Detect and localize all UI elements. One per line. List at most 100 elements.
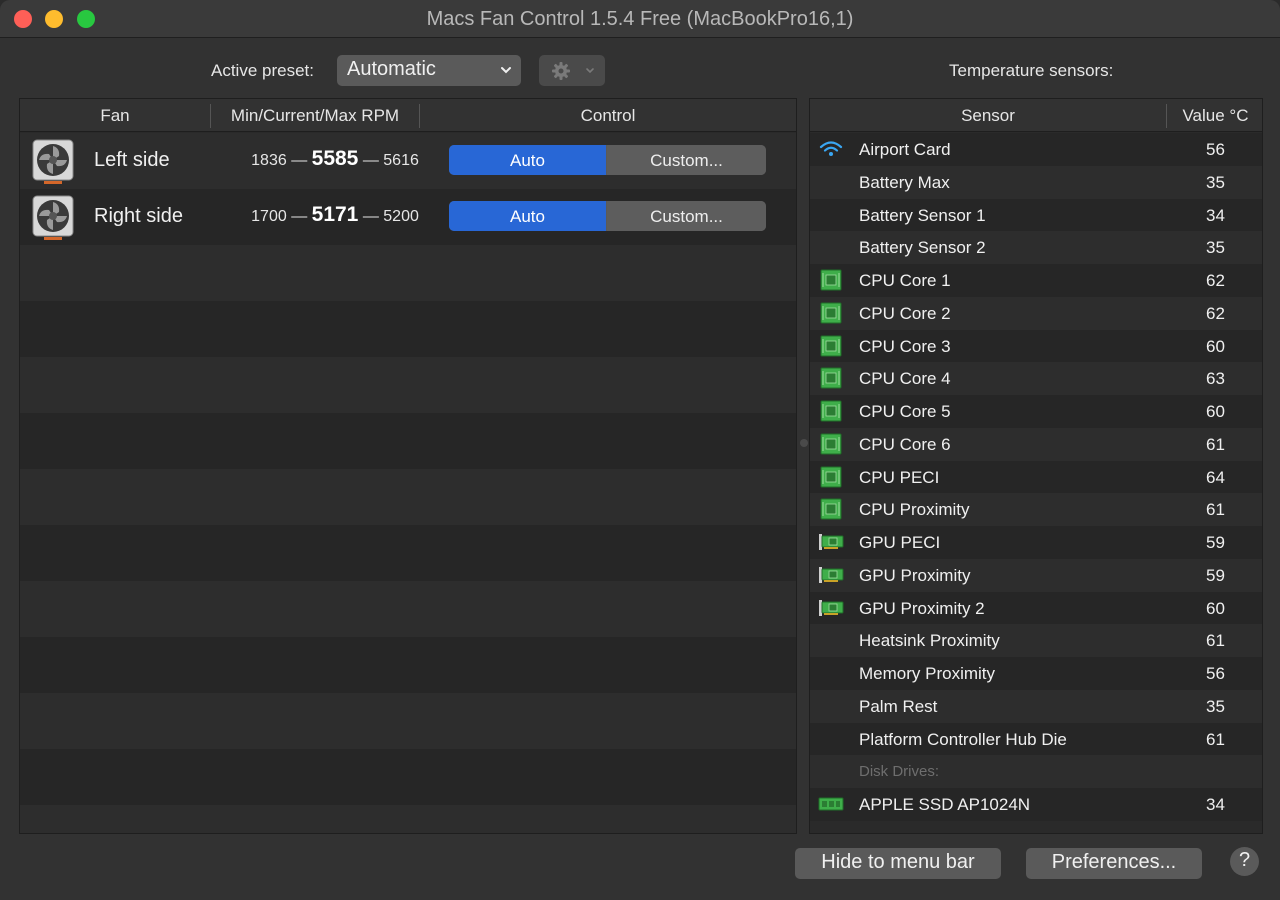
sensor-row[interactable]: CPU Core 1 62	[810, 264, 1262, 297]
sensor-row[interactable]: CPU Core 2 62	[810, 296, 1262, 330]
chevron-down-icon	[501, 67, 511, 74]
fan-column-header[interactable]: Fan	[20, 106, 210, 126]
sensor-value: 59	[1206, 533, 1225, 552]
sensor-row[interactable]: Battery Max 35	[810, 165, 1262, 199]
sensor-row[interactable]: Palm Rest 35	[810, 689, 1262, 723]
gpu-card-icon	[819, 566, 844, 583]
rpm-separator: —	[291, 152, 308, 169]
sensor-name: Palm Rest	[859, 696, 938, 716]
sensor-name: GPU PECI	[859, 533, 941, 552]
fan-rpm-min: 1836	[251, 152, 287, 169]
sensor-row[interactable]: Battery Sensor 2 35	[810, 231, 1262, 265]
sensor-value: 63	[1206, 369, 1225, 389]
value-column-header[interactable]: Value °C	[1167, 106, 1262, 126]
sensor-row[interactable]: CPU Core 6 61	[810, 427, 1262, 461]
sensor-value: 64	[1206, 467, 1225, 487]
fan-rpm-max: 5616	[383, 152, 419, 169]
cpu-chip-icon	[820, 400, 842, 422]
gpu-card-icon	[819, 599, 844, 616]
fan-rpm-current: 5171	[311, 203, 359, 226]
help-button[interactable]: ?	[1230, 847, 1259, 876]
auto-control-button[interactable]: Auto	[449, 201, 606, 231]
ssd-icon	[818, 797, 844, 811]
sensor-row[interactable]: CPU Core 4 63	[810, 362, 1262, 396]
sensor-row[interactable]: Airport Card 56	[810, 133, 1262, 166]
title-bar[interactable]: Macs Fan Control 1.5.4 Free (MacBookPro1…	[0, 0, 1280, 38]
rpm-separator: —	[362, 208, 379, 225]
custom-control-button[interactable]: Custom...	[607, 201, 766, 231]
rpm-separator: —	[291, 208, 308, 225]
active-preset-label: Active preset:	[211, 61, 314, 80]
control-column-header[interactable]: Control	[420, 106, 796, 126]
sensor-value: 62	[1206, 271, 1225, 290]
rpm-column-header[interactable]: Min/Current/Max RPM	[211, 106, 419, 126]
sensor-row[interactable]: Memory Proximity 56	[810, 657, 1262, 690]
fan-control-segmented: Auto Custom...	[449, 145, 766, 175]
auto-control-button[interactable]: Auto	[449, 145, 606, 175]
fan-row-left[interactable]: Left side 1836 — 5585 — 5616 Auto Custom…	[20, 133, 796, 189]
sensor-value: 61	[1206, 631, 1225, 651]
sensor-table-header: Sensor Value °C	[810, 99, 1262, 132]
sensor-name: CPU Core 6	[859, 434, 951, 454]
sensor-row[interactable]: CPU PECI 64	[810, 460, 1262, 494]
sensor-value: 61	[1206, 729, 1225, 749]
sensor-row[interactable]: CPU Proximity 61	[810, 493, 1262, 527]
table-stripe	[20, 805, 796, 833]
fan-row-right[interactable]: Right side 1700 — 5171 — 5200 Auto Custo…	[20, 189, 796, 245]
sensor-value: 34	[1206, 205, 1225, 225]
sensor-name: APPLE SSD AP1024N	[859, 795, 1031, 814]
sensor-value: 35	[1206, 172, 1225, 192]
sensor-value: 34	[1206, 795, 1225, 814]
cpu-chip-icon	[820, 269, 842, 291]
preferences-button[interactable]: Preferences...	[1026, 848, 1202, 879]
table-stripe	[20, 469, 796, 525]
gpu-card-icon	[819, 534, 844, 550]
sensor-value: 61	[1206, 500, 1225, 520]
sensor-name: CPU Core 5	[859, 402, 951, 421]
splitter-handle[interactable]	[800, 439, 808, 447]
custom-control-button[interactable]: Custom...	[607, 145, 766, 175]
sensor-row[interactable]: Battery Sensor 1 34	[810, 198, 1262, 232]
sensor-value: 60	[1206, 598, 1225, 618]
sensor-name: Memory Proximity	[859, 664, 996, 683]
sensor-value: 60	[1206, 402, 1225, 421]
fan-icon	[32, 139, 74, 184]
cpu-chip-icon	[820, 433, 842, 455]
sensor-row[interactable]: CPU Core 5 60	[810, 395, 1262, 428]
sensor-row[interactable]: Heatsink Proximity 61	[810, 624, 1262, 658]
fan-rpm-max: 5200	[383, 208, 419, 225]
sensor-row[interactable]: GPU PECI 59	[810, 526, 1262, 559]
preset-actions-button[interactable]	[539, 55, 605, 86]
sensor-row[interactable]: GPU Proximity 2 60	[810, 591, 1262, 625]
section-label: Disk Drives:	[859, 763, 940, 781]
sensor-row[interactable]: APPLE SSD AP1024N 34	[810, 788, 1262, 821]
fan-rpm-readout: 1700 — 5171 — 5200	[225, 203, 445, 227]
preset-selected-value: Automatic	[347, 58, 436, 80]
sensor-name: CPU PECI	[859, 467, 940, 487]
sensor-table: Sensor Value °C Airport Card 56 Battery Ma…	[809, 98, 1263, 834]
hide-to-menu-bar-button[interactable]: Hide to menu bar	[795, 848, 1001, 879]
sensor-name: Battery Max	[859, 172, 950, 192]
cpu-chip-icon	[820, 466, 842, 487]
chevron-down-icon	[586, 68, 594, 74]
sensor-name: GPU Proximity 2	[859, 598, 985, 618]
sensor-name: CPU Core 2	[859, 303, 951, 323]
sensor-value: 35	[1206, 696, 1225, 716]
sensor-name: CPU Core 4	[859, 369, 951, 389]
sensor-name: CPU Proximity	[859, 500, 970, 520]
cpu-chip-icon	[820, 335, 842, 356]
sensor-row[interactable]: GPU Proximity 59	[810, 558, 1262, 592]
sensor-row[interactable]: CPU Core 3 60	[810, 329, 1262, 363]
fan-control-segmented: Auto Custom...	[449, 201, 766, 231]
sensor-column-header[interactable]: Sensor	[810, 106, 1166, 126]
sensor-row[interactable]: Platform Controller Hub Die 61	[810, 722, 1262, 756]
table-stripe	[20, 357, 796, 413]
cpu-chip-icon	[820, 302, 842, 324]
cpu-chip-icon	[820, 498, 842, 520]
preset-dropdown[interactable]: Automatic	[337, 55, 521, 86]
sensor-name: CPU Core 1	[859, 271, 951, 290]
fan-icon	[32, 195, 74, 240]
wifi-icon	[819, 141, 843, 156]
sensor-name: GPU Proximity	[859, 565, 971, 585]
sensor-value: 62	[1206, 303, 1225, 323]
